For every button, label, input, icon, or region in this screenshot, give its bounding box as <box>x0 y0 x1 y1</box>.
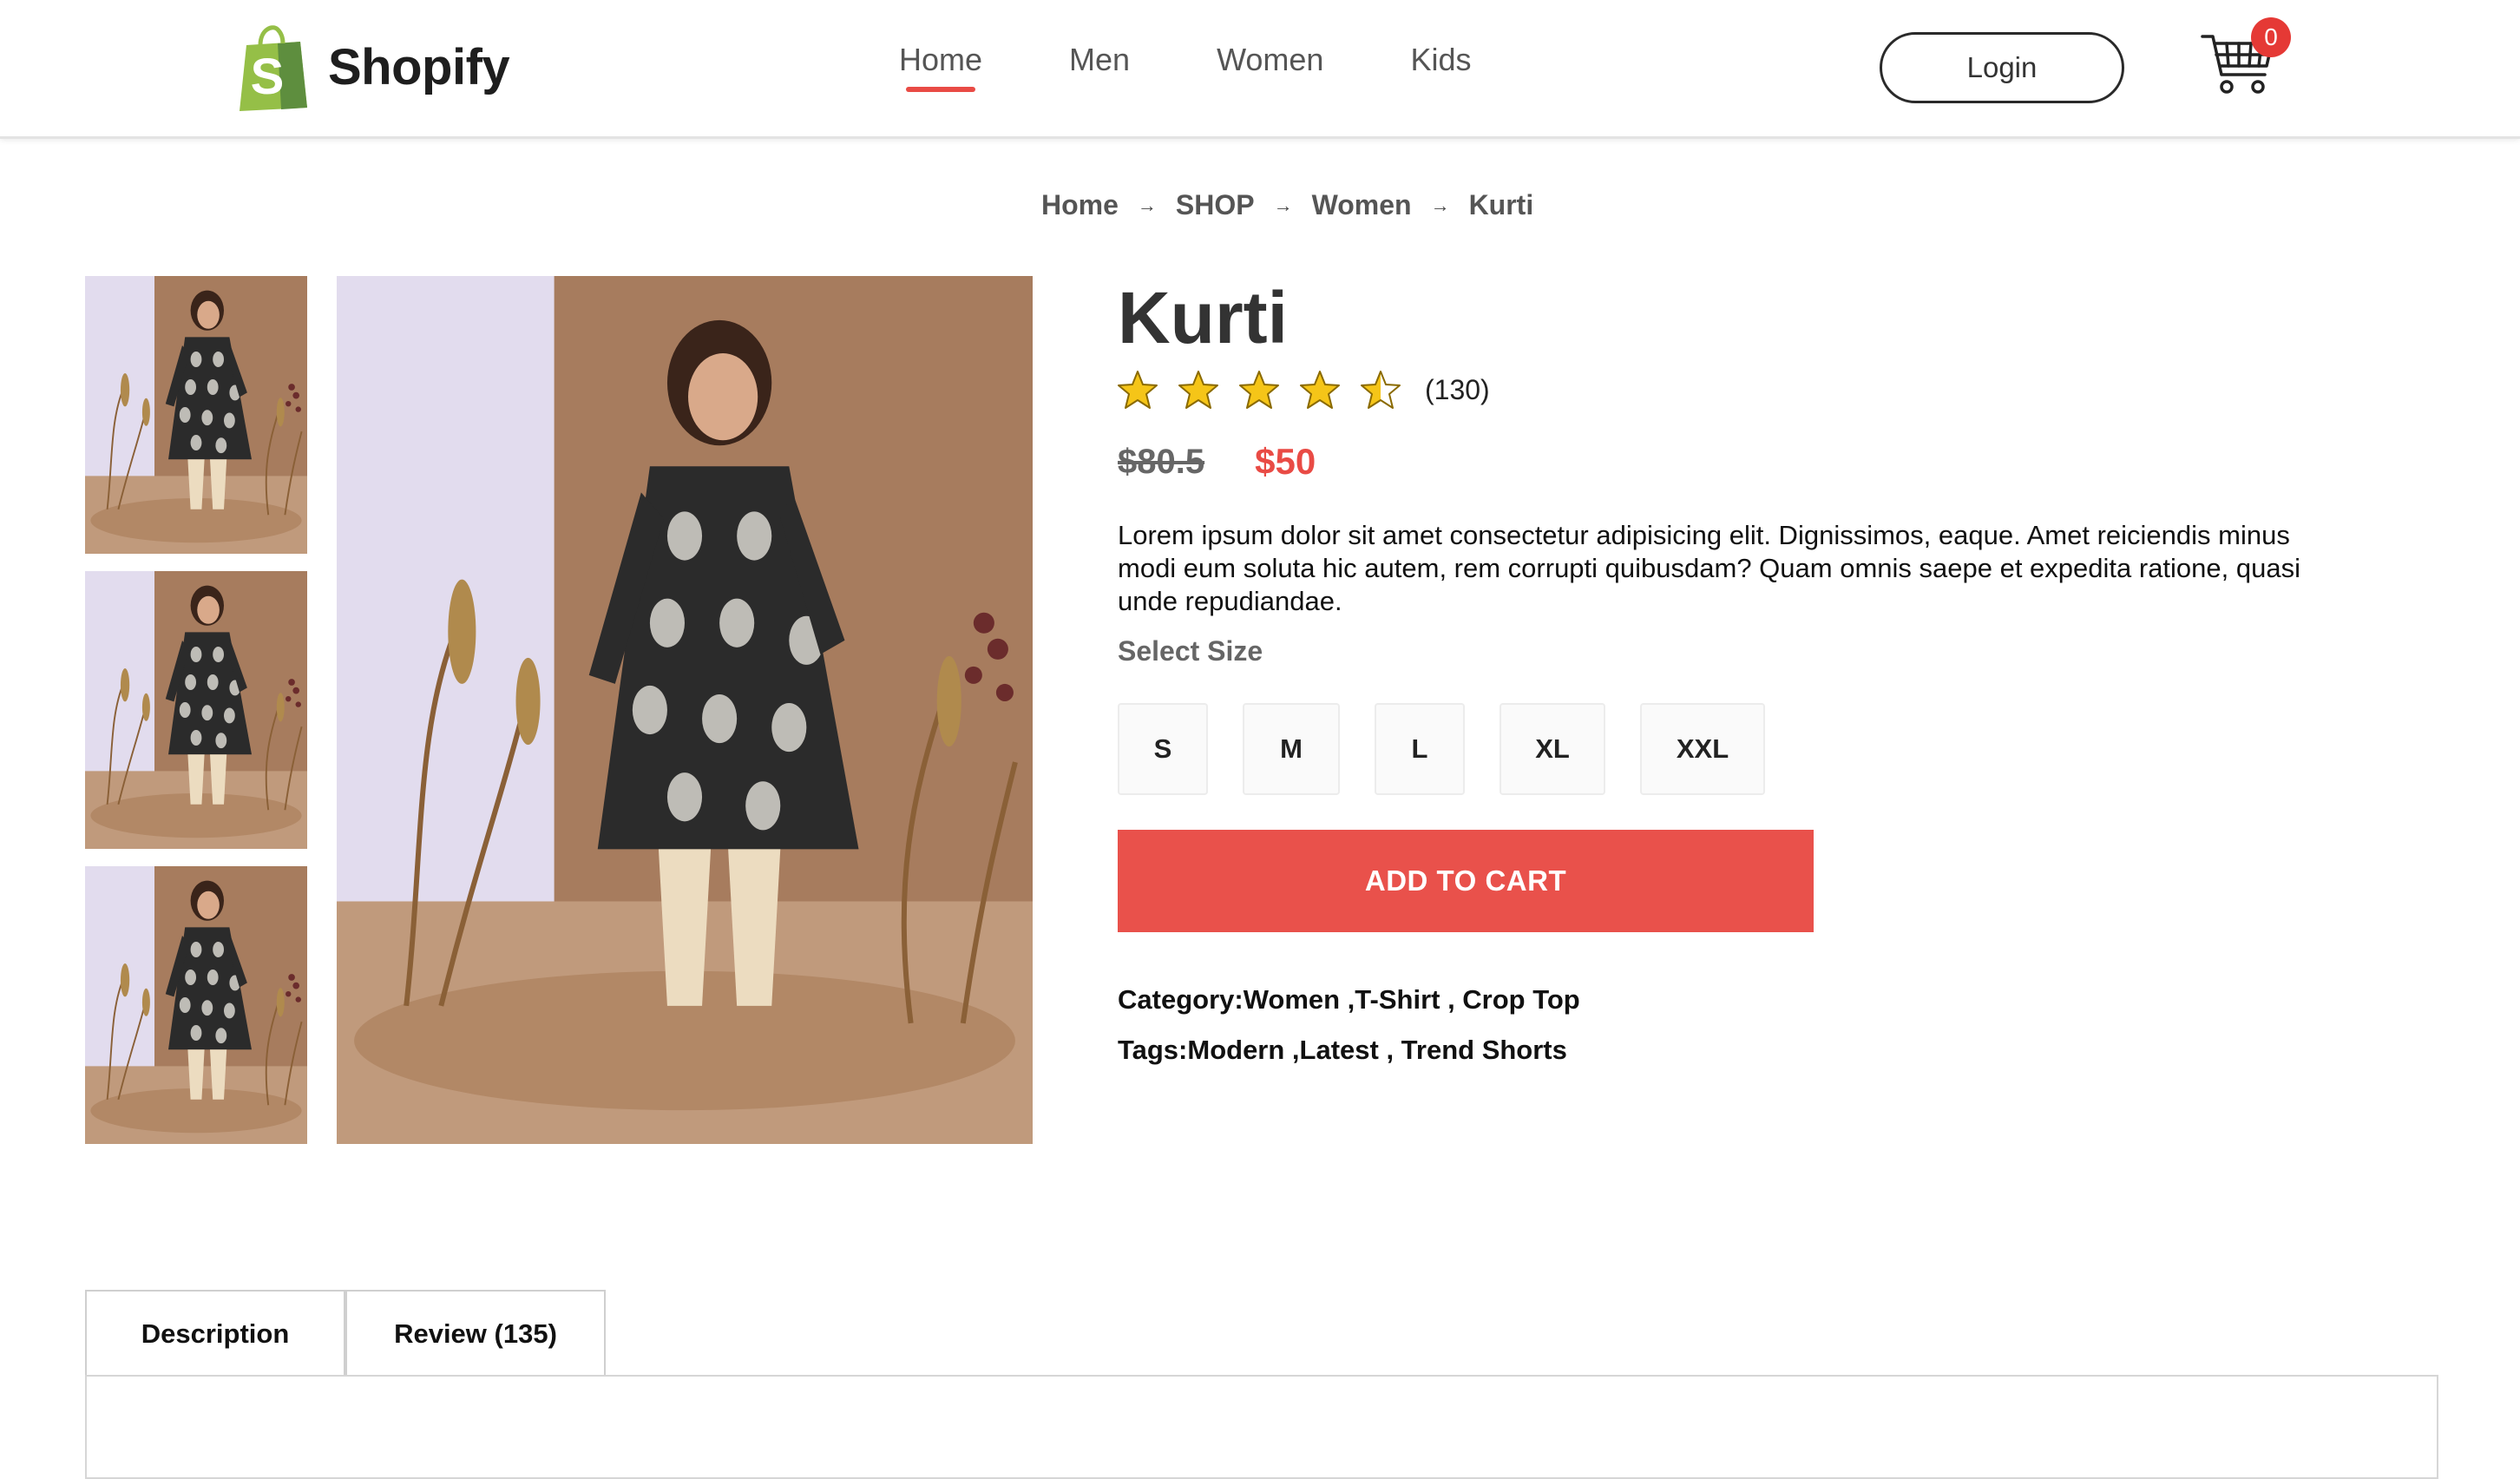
product-category: Category:Women ,T-Shirt , Crop Top <box>1118 984 1580 1015</box>
cart-count-badge: 0 <box>2251 17 2291 57</box>
size-option-xxl[interactable]: XXL <box>1640 703 1765 795</box>
breadcrumb-women[interactable]: Women <box>1312 189 1412 221</box>
nav-home[interactable]: Home <box>899 42 982 92</box>
brand-name: Shopify <box>328 38 510 95</box>
breadcrumb: Home → SHOP → Women → Kurti <box>1041 189 1533 221</box>
arrow-right-icon: → <box>1137 194 1157 216</box>
rating-count: (130) <box>1425 373 1490 405</box>
tab-description[interactable]: Description <box>85 1290 345 1377</box>
nav-kids[interactable]: Kids <box>1410 42 1471 78</box>
navbar: S Shopify Home Men Women Kids Login 0 <box>0 0 2520 139</box>
product-thumbnail-2[interactable] <box>85 571 307 849</box>
star-icon <box>1118 371 1158 409</box>
size-option-l[interactable]: L <box>1375 703 1465 795</box>
sale-price: $50 <box>1255 441 1316 482</box>
tab-panel <box>85 1375 2438 1479</box>
product-image <box>337 276 1033 1144</box>
product-tabs: Description Review (135) <box>85 1290 606 1377</box>
main-nav: Home Men Women Kids <box>899 42 1558 92</box>
shopify-bag-icon: S <box>240 25 307 111</box>
size-option-s[interactable]: S <box>1118 703 1208 795</box>
nav-men[interactable]: Men <box>1069 42 1130 78</box>
breadcrumb-home[interactable]: Home <box>1041 189 1119 221</box>
size-option-xl[interactable]: XL <box>1500 703 1605 795</box>
price-row: $80.5 $50 <box>1118 441 1316 483</box>
add-to-cart-button[interactable]: ADD TO CART <box>1118 830 1814 932</box>
size-label: Select Size <box>1118 635 1263 667</box>
product-tags: Tags:Modern ,Latest , Trend Shorts <box>1118 1035 1567 1065</box>
star-icon <box>1300 371 1340 409</box>
product-description: Lorem ipsum dolor sit amet consectetur a… <box>1118 520 2300 616</box>
login-button[interactable]: Login <box>1880 32 2124 103</box>
product-rating: (130) <box>1118 370 1490 410</box>
brand-logo[interactable]: S Shopify <box>234 23 510 111</box>
product-image <box>85 571 307 849</box>
arrow-right-icon: → <box>1430 194 1450 216</box>
size-option-m[interactable]: M <box>1243 703 1340 795</box>
breadcrumb-shop[interactable]: SHOP <box>1176 189 1255 221</box>
product-image <box>85 866 307 1144</box>
breadcrumb-current: Kurti <box>1468 189 1534 220</box>
star-icon <box>1361 371 1401 409</box>
star-icon <box>1239 371 1279 409</box>
product-image <box>85 276 307 554</box>
product-title: Kurti <box>1118 277 1288 358</box>
arrow-right-icon: → <box>1273 194 1293 216</box>
logo-letter: S <box>251 49 285 105</box>
product-thumbnail-1[interactable] <box>85 276 307 554</box>
star-rating <box>1118 370 1421 410</box>
star-icon <box>1178 371 1218 409</box>
nav-women[interactable]: Women <box>1217 42 1323 78</box>
product-main-image <box>337 276 1033 1144</box>
size-selector: S M L XL XXL <box>1118 703 1800 795</box>
tab-review[interactable]: Review (135) <box>345 1290 606 1377</box>
old-price: $80.5 <box>1118 442 1205 481</box>
product-thumbnail-3[interactable] <box>85 866 307 1144</box>
